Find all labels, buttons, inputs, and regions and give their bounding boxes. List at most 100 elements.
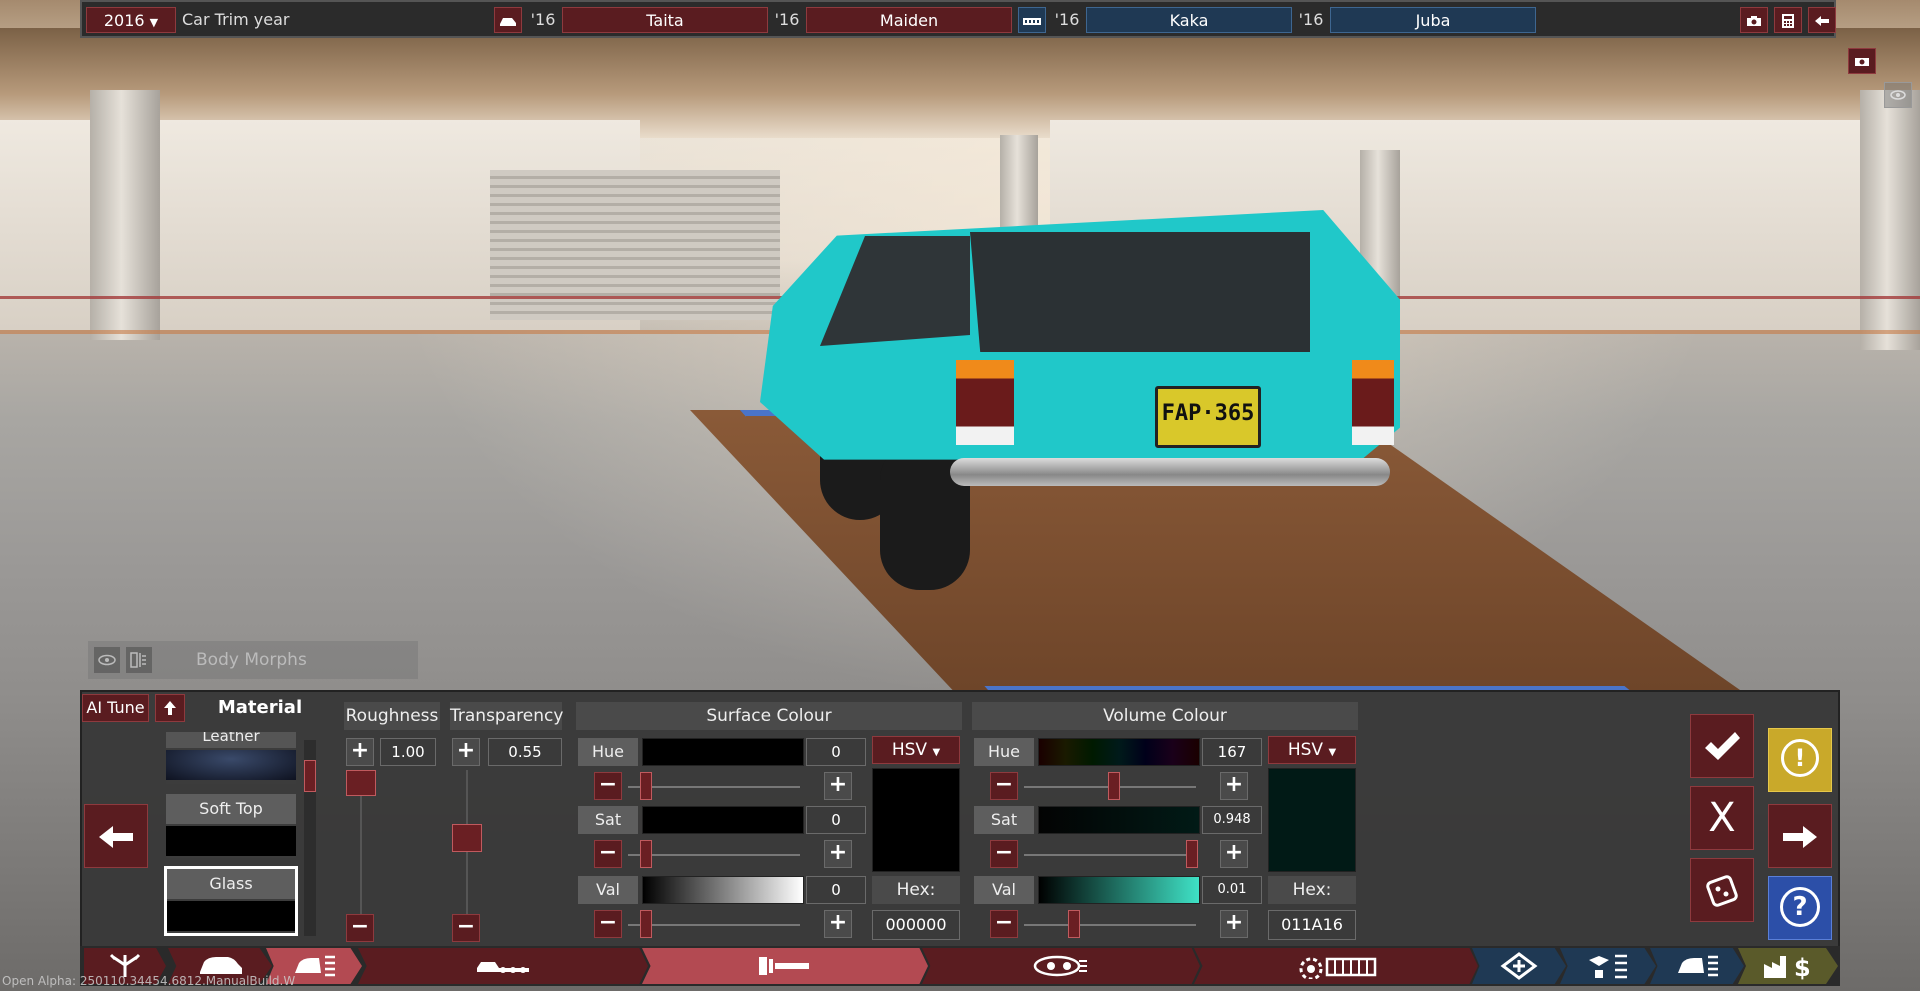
material-preview — [166, 826, 296, 856]
transparency-minus-button[interactable]: − — [452, 914, 480, 942]
surface-val-bar — [642, 876, 804, 904]
tab-engine-family[interactable] — [1472, 948, 1566, 984]
volume-sat-minus[interactable]: − — [990, 840, 1018, 868]
back-arrow-icon[interactable] — [1808, 7, 1836, 33]
tab-factory-cost[interactable]: $ — [1738, 948, 1838, 984]
volume-hex-label: Hex: — [1268, 876, 1356, 904]
list-item-selected[interactable]: Glass — [164, 866, 298, 936]
surface-mode-dropdown[interactable]: HSV ▼ — [872, 736, 960, 764]
surface-mode-value: HSV — [891, 740, 928, 760]
car3-year: '16 — [1054, 10, 1080, 29]
pillar — [1860, 90, 1920, 350]
car2-name[interactable]: Maiden — [806, 7, 1012, 33]
tab-fixtures-active[interactable] — [642, 948, 928, 984]
next-button[interactable] — [1768, 804, 1832, 868]
chevron-down-icon: ▼ — [932, 747, 941, 758]
car1-year: '16 — [530, 10, 556, 29]
volume-val-value[interactable]: 0.01 — [1202, 876, 1262, 904]
chevron-down-icon: ▼ — [149, 16, 159, 29]
material-preview — [167, 901, 295, 931]
list-item[interactable]: Soft Top — [166, 794, 296, 858]
volume-sat-value[interactable]: 0.948 — [1202, 806, 1262, 834]
car4-name[interactable]: Juba — [1330, 7, 1536, 33]
volume-hue-value[interactable]: 167 — [1202, 738, 1262, 766]
randomize-dice-button[interactable] — [1690, 858, 1754, 922]
chevron-down-icon: ▼ — [1328, 747, 1337, 758]
surface-sat-value[interactable]: 0 — [806, 806, 866, 834]
volume-sat-plus[interactable]: + — [1220, 840, 1248, 868]
material-list-scrollbar[interactable] — [304, 740, 316, 936]
transparency-plus-button[interactable]: + — [452, 738, 480, 766]
scrollbar-thumb[interactable] — [304, 760, 316, 792]
calculator-icon[interactable] — [1774, 7, 1802, 33]
material-list[interactable]: Leather Soft Top Glass — [162, 732, 322, 938]
tab-chassis[interactable] — [358, 948, 648, 984]
roughness-slider-knob[interactable] — [346, 770, 376, 796]
roughness-minus-button[interactable]: − — [346, 914, 374, 942]
surface-hue-minus[interactable]: − — [594, 772, 622, 800]
surface-hex-input[interactable]: 000000 — [872, 910, 960, 940]
body-morphs-bar: Body Morphs — [88, 641, 418, 679]
surface-val-minus[interactable]: − — [594, 910, 622, 938]
trim-select-icon[interactable] — [1018, 7, 1046, 33]
roughness-value[interactable]: 1.00 — [380, 738, 436, 766]
surface-sat-plus[interactable]: + — [824, 840, 852, 868]
screenshot-camera-icon[interactable] — [1848, 48, 1876, 74]
volume-hue-plus[interactable]: + — [1220, 772, 1248, 800]
car-model[interactable]: FAP·365 — [760, 210, 1400, 590]
surface-val-plus[interactable]: + — [824, 910, 852, 938]
camera-icon[interactable] — [1740, 7, 1768, 33]
surface-hue-knob[interactable] — [640, 772, 652, 800]
volume-val-plus[interactable]: + — [1220, 910, 1248, 938]
volume-hue-knob[interactable] — [1108, 772, 1120, 800]
confirm-button[interactable] — [1690, 714, 1754, 778]
surface-hue-value[interactable]: 0 — [806, 738, 866, 766]
volume-hue-bar — [1038, 738, 1200, 766]
material-item-label: Glass — [167, 869, 295, 899]
up-arrow-icon[interactable] — [155, 694, 185, 722]
volume-hex-input[interactable]: 011A16 — [1268, 910, 1356, 940]
volume-sat-knob[interactable] — [1186, 840, 1198, 868]
tab-interior[interactable] — [922, 948, 1200, 984]
volume-sat-label: Sat — [974, 806, 1034, 834]
volume-mode-dropdown[interactable]: HSV ▼ — [1268, 736, 1356, 764]
car-rear-window — [970, 232, 1310, 352]
volume-sat-track[interactable] — [1024, 854, 1196, 856]
volume-val-minus[interactable]: − — [990, 910, 1018, 938]
surface-val-value[interactable]: 0 — [806, 876, 866, 904]
list-item[interactable]: Leather — [166, 732, 296, 784]
car1-name[interactable]: Taita — [562, 7, 768, 33]
cancel-button[interactable]: X — [1690, 786, 1754, 850]
car3-name[interactable]: Kaka — [1086, 7, 1292, 33]
taillight-left — [956, 360, 1014, 445]
tab-engine[interactable] — [1194, 948, 1478, 984]
surface-val-track[interactable] — [628, 924, 800, 926]
eye-icon[interactable] — [94, 647, 120, 673]
help-button[interactable]: ? — [1768, 876, 1832, 940]
ai-tune-button[interactable]: AI Tune — [82, 694, 149, 722]
surface-sat-track[interactable] — [628, 854, 800, 856]
roughness-plus-button[interactable]: + — [346, 738, 374, 766]
rear-bumper — [950, 458, 1390, 486]
warning-button[interactable]: ! — [1768, 728, 1832, 792]
transparency-value[interactable]: 0.55 — [488, 738, 562, 766]
surface-hue-track[interactable] — [628, 786, 800, 788]
volume-val-track[interactable] — [1024, 924, 1196, 926]
surface-sat-minus[interactable]: − — [594, 840, 622, 868]
tab-engine-trim[interactable] — [1560, 948, 1656, 984]
visibility-eye-icon[interactable] — [1884, 82, 1912, 108]
help-icon: ? — [1780, 887, 1820, 927]
year-dropdown[interactable]: 2016 ▼ — [86, 7, 176, 33]
warning-icon: ! — [1781, 739, 1819, 777]
volume-hue-minus[interactable]: − — [990, 772, 1018, 800]
mirror-icon[interactable] — [126, 647, 152, 673]
car-select-icon[interactable] — [494, 7, 522, 33]
volume-val-knob[interactable] — [1068, 910, 1080, 938]
prev-material-button[interactable] — [84, 804, 148, 868]
surface-sat-knob[interactable] — [640, 840, 652, 868]
volume-colour-title: Volume Colour — [972, 702, 1358, 730]
transparency-slider-knob[interactable] — [452, 824, 482, 852]
tab-car-overview[interactable] — [1650, 948, 1744, 984]
surface-val-knob[interactable] — [640, 910, 652, 938]
surface-hue-plus[interactable]: + — [824, 772, 852, 800]
